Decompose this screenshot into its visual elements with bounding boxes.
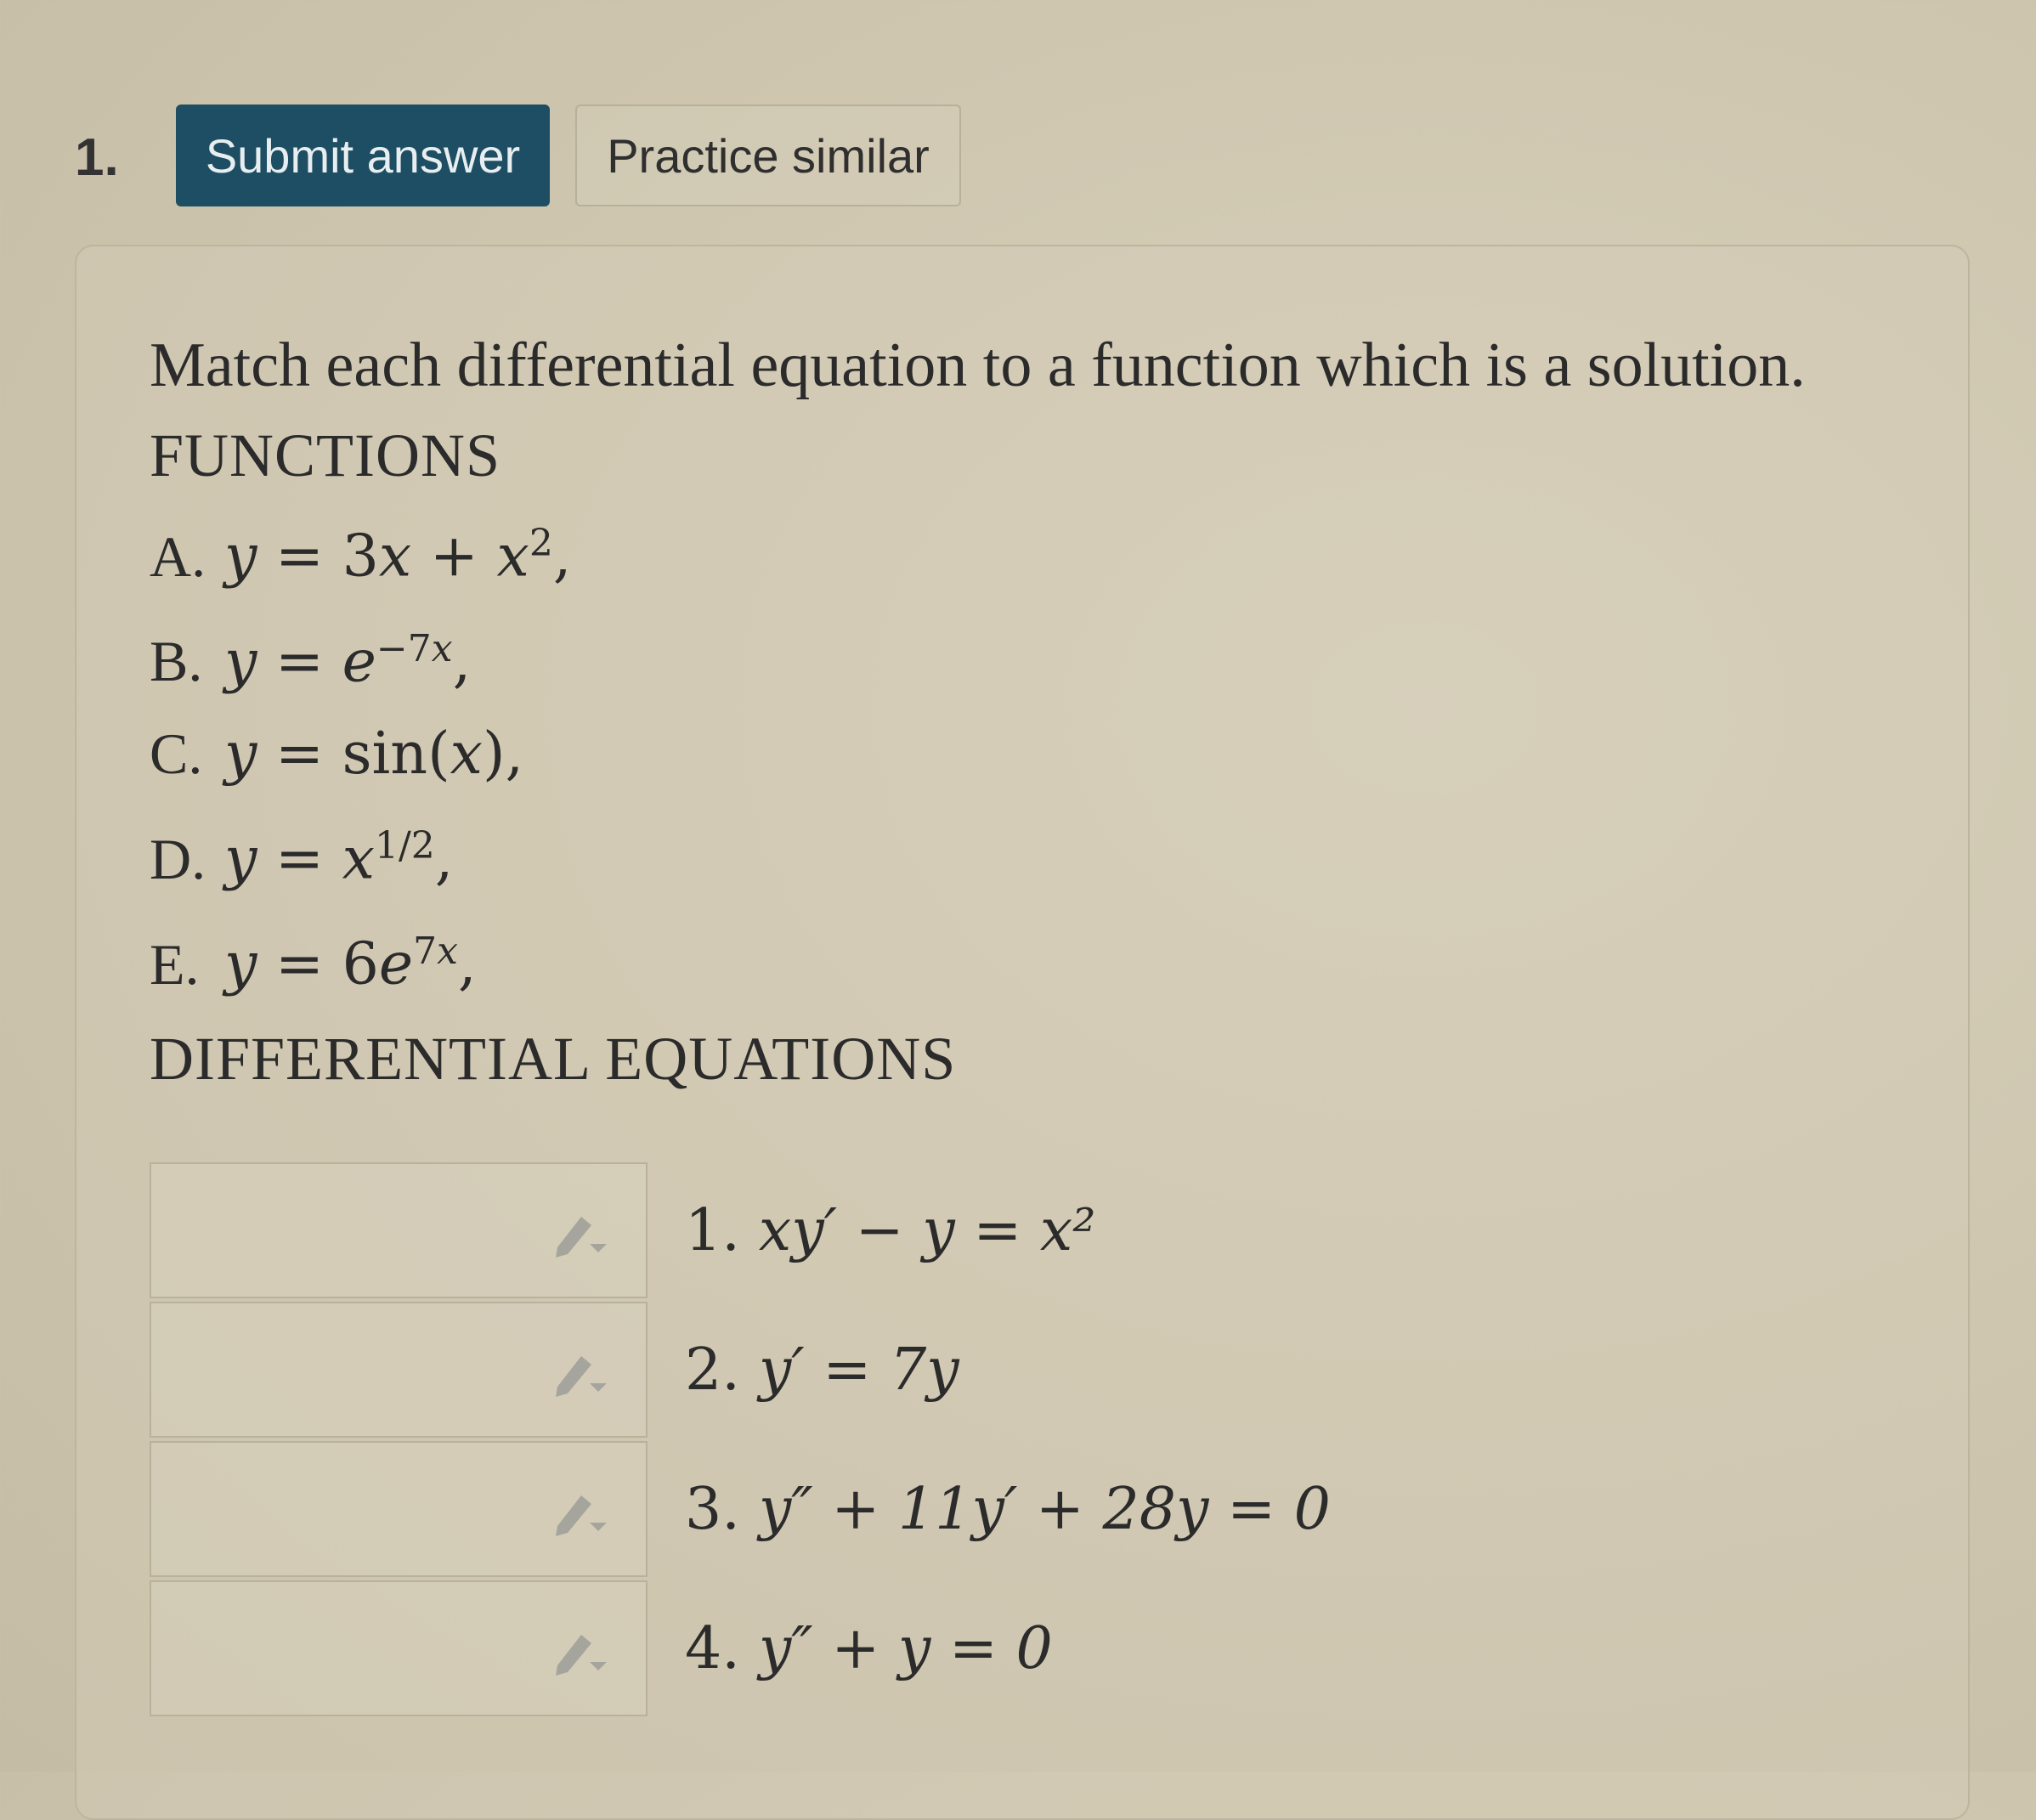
answer-select-1[interactable] — [150, 1162, 648, 1298]
submit-answer-button[interactable]: Submit answer — [176, 105, 550, 206]
equation-4: 4. y″ + y = 0 — [685, 1580, 1053, 1716]
function-letter: D. — [150, 826, 206, 891]
equation-number: 4. — [685, 1614, 740, 1682]
pencil-dropdown-icon[interactable] — [551, 1625, 610, 1679]
function-option-c: C. y = sin(x), — [150, 708, 1934, 800]
function-option-d: D. y = x1/2, — [150, 800, 1934, 906]
match-row-1: 1. xy′ − y = x² — [150, 1162, 1424, 1302]
match-row-4: 4. y″ + y = 0 — [150, 1580, 1424, 1720]
equation-2: 2. y′ = 7y — [685, 1302, 959, 1438]
equation-1: 1. xy′ − y = x² — [685, 1162, 1096, 1298]
function-letter: C. — [150, 721, 203, 787]
function-letter: A. — [150, 523, 206, 589]
question-prompt: Match each differential equation to a fu… — [150, 331, 1806, 400]
equation-number: 1. — [685, 1196, 740, 1264]
equations-heading: DIFFERENTIAL EQUATIONS — [150, 1024, 957, 1093]
pencil-dropdown-icon[interactable] — [551, 1485, 610, 1540]
match-row-2: 2. y′ = 7y — [150, 1302, 1424, 1441]
equation-3: 3. y″ + 11y′ + 28y = 0 — [685, 1441, 1331, 1577]
function-expression: y = 3x + x2, — [224, 522, 572, 591]
function-option-a: A. y = 3x + x2, — [150, 498, 1934, 603]
practice-similar-button[interactable]: Practice similar — [575, 105, 961, 206]
function-letter: E. — [150, 931, 200, 997]
equation-expression: y′ = 7y — [758, 1336, 959, 1404]
equation-expression: y″ + 11y′ + 28y = 0 — [758, 1475, 1331, 1543]
equation-expression: y″ + y = 0 — [758, 1614, 1053, 1682]
function-expression: y = sin(x), — [224, 721, 524, 788]
function-expression: y = x1/2, — [224, 824, 454, 893]
function-expression: y = 6e7x, — [224, 929, 477, 998]
answer-select-4[interactable] — [150, 1580, 648, 1716]
question-number: 1. — [75, 128, 119, 187]
answer-select-2[interactable] — [150, 1302, 648, 1438]
function-option-e: E. y = 6e7x, — [150, 906, 1934, 1011]
equation-number: 2. — [685, 1336, 740, 1404]
equation-number: 3. — [685, 1475, 740, 1543]
functions-heading: FUNCTIONS — [150, 421, 501, 489]
match-row-3: 3. y″ + 11y′ + 28y = 0 — [150, 1441, 1424, 1580]
pencil-dropdown-icon[interactable] — [551, 1207, 610, 1261]
function-letter: B. — [150, 629, 203, 694]
question-content: Match each differential equation to a fu… — [150, 323, 1934, 1101]
answer-select-3[interactable] — [150, 1441, 648, 1577]
equation-expression: xy′ − y = x² — [758, 1196, 1096, 1264]
pencil-dropdown-icon[interactable] — [551, 1346, 610, 1400]
matching-table: 1. xy′ − y = x² 2. y′ = 7y 3. y″ + 11y′ … — [150, 1162, 1424, 1720]
function-option-b: B. y = e−7x, — [150, 603, 1934, 709]
function-expression: y = e−7x, — [224, 626, 472, 696]
